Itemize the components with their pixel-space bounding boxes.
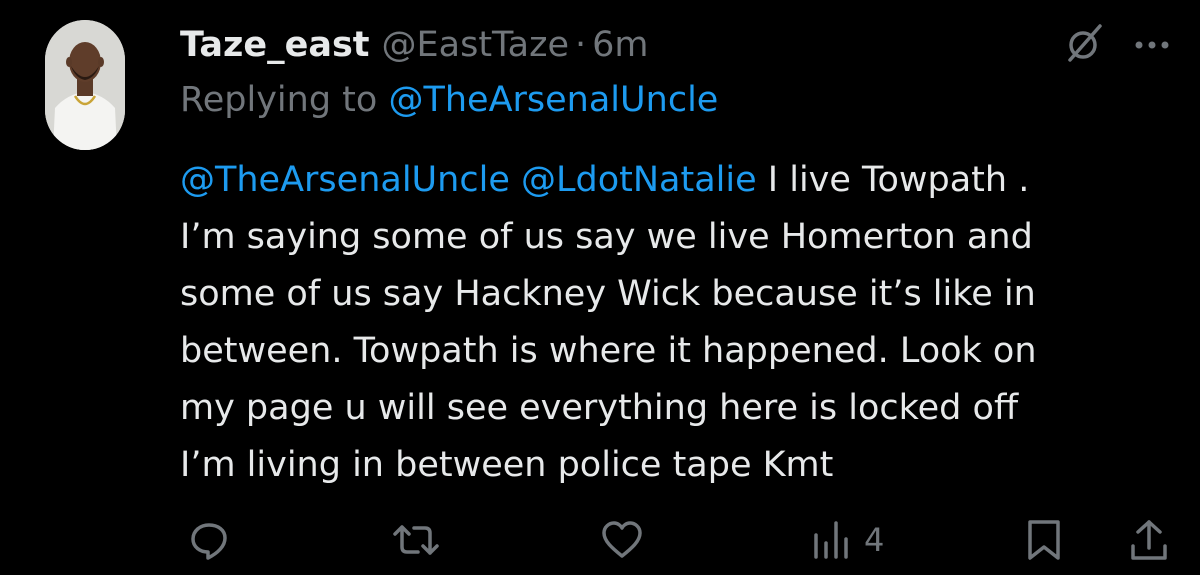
- like-icon: [600, 519, 644, 561]
- timestamp[interactable]: 6m: [592, 25, 648, 65]
- user-handle[interactable]: @EastTaze: [382, 25, 569, 65]
- tweet[interactable]: Taze_east @EastTaze · 6m Replying to @Th…: [0, 0, 1200, 575]
- retweet-icon: [392, 519, 440, 561]
- views-button[interactable]: 4: [810, 515, 884, 565]
- grok-icon[interactable]: [1064, 22, 1106, 68]
- tweet-line: between. Towpath is where it happened. L…: [180, 331, 1037, 371]
- tweet-line: some of us say Hackney Wick because it’s…: [180, 274, 1036, 314]
- tweet-line: my page u will see everything here is lo…: [180, 388, 1019, 428]
- retweet-button[interactable]: [392, 515, 440, 565]
- tweet-text-segment: I live Towpath .: [767, 160, 1030, 200]
- mention-link[interactable]: @LdotNatalie: [521, 160, 757, 200]
- like-button[interactable]: [600, 515, 644, 565]
- avatar-photo: [45, 20, 125, 150]
- share-button[interactable]: [1128, 515, 1170, 565]
- more-options-icon[interactable]: [1134, 36, 1170, 55]
- tweet-line: I’m saying some of us say we live Homert…: [180, 217, 1033, 257]
- tweet-header: Taze_east @EastTaze · 6m: [180, 20, 649, 70]
- views-icon: [810, 519, 854, 561]
- display-name[interactable]: Taze_east: [180, 25, 370, 65]
- avatar[interactable]: [45, 20, 125, 150]
- tweet-line: @TheArsenalUncle @LdotNatalie I live Tow…: [180, 152, 1190, 209]
- replying-to: Replying to @TheArsenalUncle: [180, 80, 718, 120]
- views-count: 4: [864, 521, 885, 559]
- bookmark-button[interactable]: [1024, 515, 1064, 565]
- reply-icon: [188, 519, 230, 561]
- tweet-text: @TheArsenalUncle @LdotNatalie I live Tow…: [180, 152, 1190, 494]
- replying-prefix: Replying to: [180, 80, 378, 120]
- bookmark-icon: [1024, 518, 1064, 562]
- share-icon: [1128, 518, 1170, 562]
- action-bar: 4: [0, 515, 1200, 565]
- reply-button[interactable]: [188, 515, 230, 565]
- tweet-line: I’m living in between police tape Kmt: [180, 445, 834, 485]
- separator-dot: ·: [574, 25, 587, 65]
- replying-mention[interactable]: @TheArsenalUncle: [388, 80, 718, 120]
- mention-link[interactable]: @TheArsenalUncle: [180, 160, 510, 200]
- top-actions: [1064, 22, 1170, 68]
